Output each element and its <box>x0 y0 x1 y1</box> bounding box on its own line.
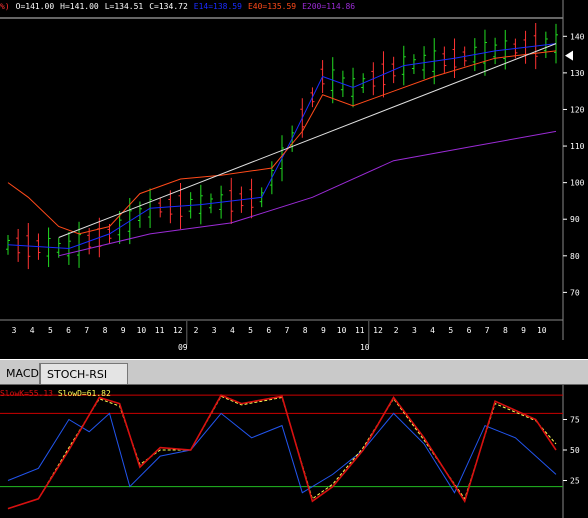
x-tick-label: 12 <box>173 326 183 335</box>
x-tick-label: 10 <box>137 326 147 335</box>
ema14-value: E14=138.59 <box>193 2 242 11</box>
tab-macd[interactable]: MACD <box>0 363 40 384</box>
x-tick-label: 5 <box>448 326 453 335</box>
series-line-trendline <box>58 43 557 238</box>
tab-stoch-rsi[interactable]: STOCH-RSI <box>40 363 128 384</box>
stoch-tick-label: 75 <box>570 416 580 425</box>
last-price-marker <box>565 50 573 61</box>
y-tick-label: 100 <box>570 179 585 188</box>
x-tick-label: 8 <box>303 326 308 335</box>
x-tick-label: 6 <box>66 326 71 335</box>
x-tick-label: 5 <box>48 326 53 335</box>
y-tick-label: 130 <box>570 69 585 78</box>
high-value: H=141.00 <box>60 2 99 11</box>
x-tick-label: 2 <box>394 326 399 335</box>
year-label: 10 <box>360 343 370 352</box>
stoch-tick-label: 25 <box>570 477 580 486</box>
y-tick-label: 120 <box>570 105 585 114</box>
x-tick-label: 7 <box>285 326 290 335</box>
y-tick-label: 90 <box>570 215 580 224</box>
x-tick-label: 9 <box>521 326 526 335</box>
x-tick-label: 4 <box>230 326 235 335</box>
year-label: 09 <box>178 343 188 352</box>
ema200-value: E200=114.86 <box>302 2 356 11</box>
price-info-bar: %) O=141.00 H=141.00 L=134.51 C=134.72 E14=13… <box>0 2 361 11</box>
x-tick-label: 7 <box>485 326 490 335</box>
x-tick-label: 8 <box>103 326 108 335</box>
x-tick-label: 9 <box>121 326 126 335</box>
x-tick-label: 4 <box>430 326 435 335</box>
x-tick-label: 6 <box>266 326 271 335</box>
x-tick-label: 3 <box>412 326 417 335</box>
stoch-line-slowk <box>7 394 557 510</box>
x-tick-label: 11 <box>155 326 165 335</box>
stoch-legend: SlowK=55.13 SlowD=61.82 <box>0 389 111 398</box>
x-tick-label: 12 <box>373 326 383 335</box>
series-line-e200 <box>58 130 557 257</box>
y-tick-label: 80 <box>570 252 580 261</box>
y-tick-label: 110 <box>570 142 585 151</box>
low-value: L=134.51 <box>104 2 144 11</box>
x-tick-label: 4 <box>30 326 35 335</box>
stoch-d-value: SlowD=61.82 <box>57 389 111 398</box>
price-chart: 70 80 90 100 110 120 130 140 3 4 5 6 7 8 9 10 11 12 2 3 4 5 6 7… <box>0 0 585 352</box>
stoch-rsi-chart: 25 50 75 <box>0 385 580 518</box>
x-tick-label: 7 <box>84 326 89 335</box>
x-tick-label: 10 <box>537 326 547 335</box>
y-tick-label: 140 <box>570 32 585 41</box>
x-tick-label: 6 <box>467 326 472 335</box>
x-tick-label: 3 <box>212 326 217 335</box>
stoch-tick-label: 50 <box>570 446 580 455</box>
x-tick-label: 3 <box>12 326 17 335</box>
close-value: C=134.72 <box>149 2 188 11</box>
header-prefix: %) <box>0 2 10 11</box>
x-tick-label: 9 <box>321 326 326 335</box>
x-tick-label: 10 <box>337 326 347 335</box>
x-tick-label: 5 <box>248 326 253 335</box>
ema40-value: E40=135.59 <box>247 2 297 11</box>
stoch-line-stoch_rsi <box>7 412 557 494</box>
x-tick-label: 2 <box>194 326 199 335</box>
x-tick-label: 8 <box>503 326 508 335</box>
stoch-k-value: SlowK=55.13 <box>0 389 53 398</box>
open-value: O=141.00 <box>15 2 55 11</box>
x-tick-label: 11 <box>355 326 365 335</box>
y-tick-label: 70 <box>570 288 580 297</box>
indicator-tab-bar: MACD STOCH-RSI <box>0 359 588 385</box>
